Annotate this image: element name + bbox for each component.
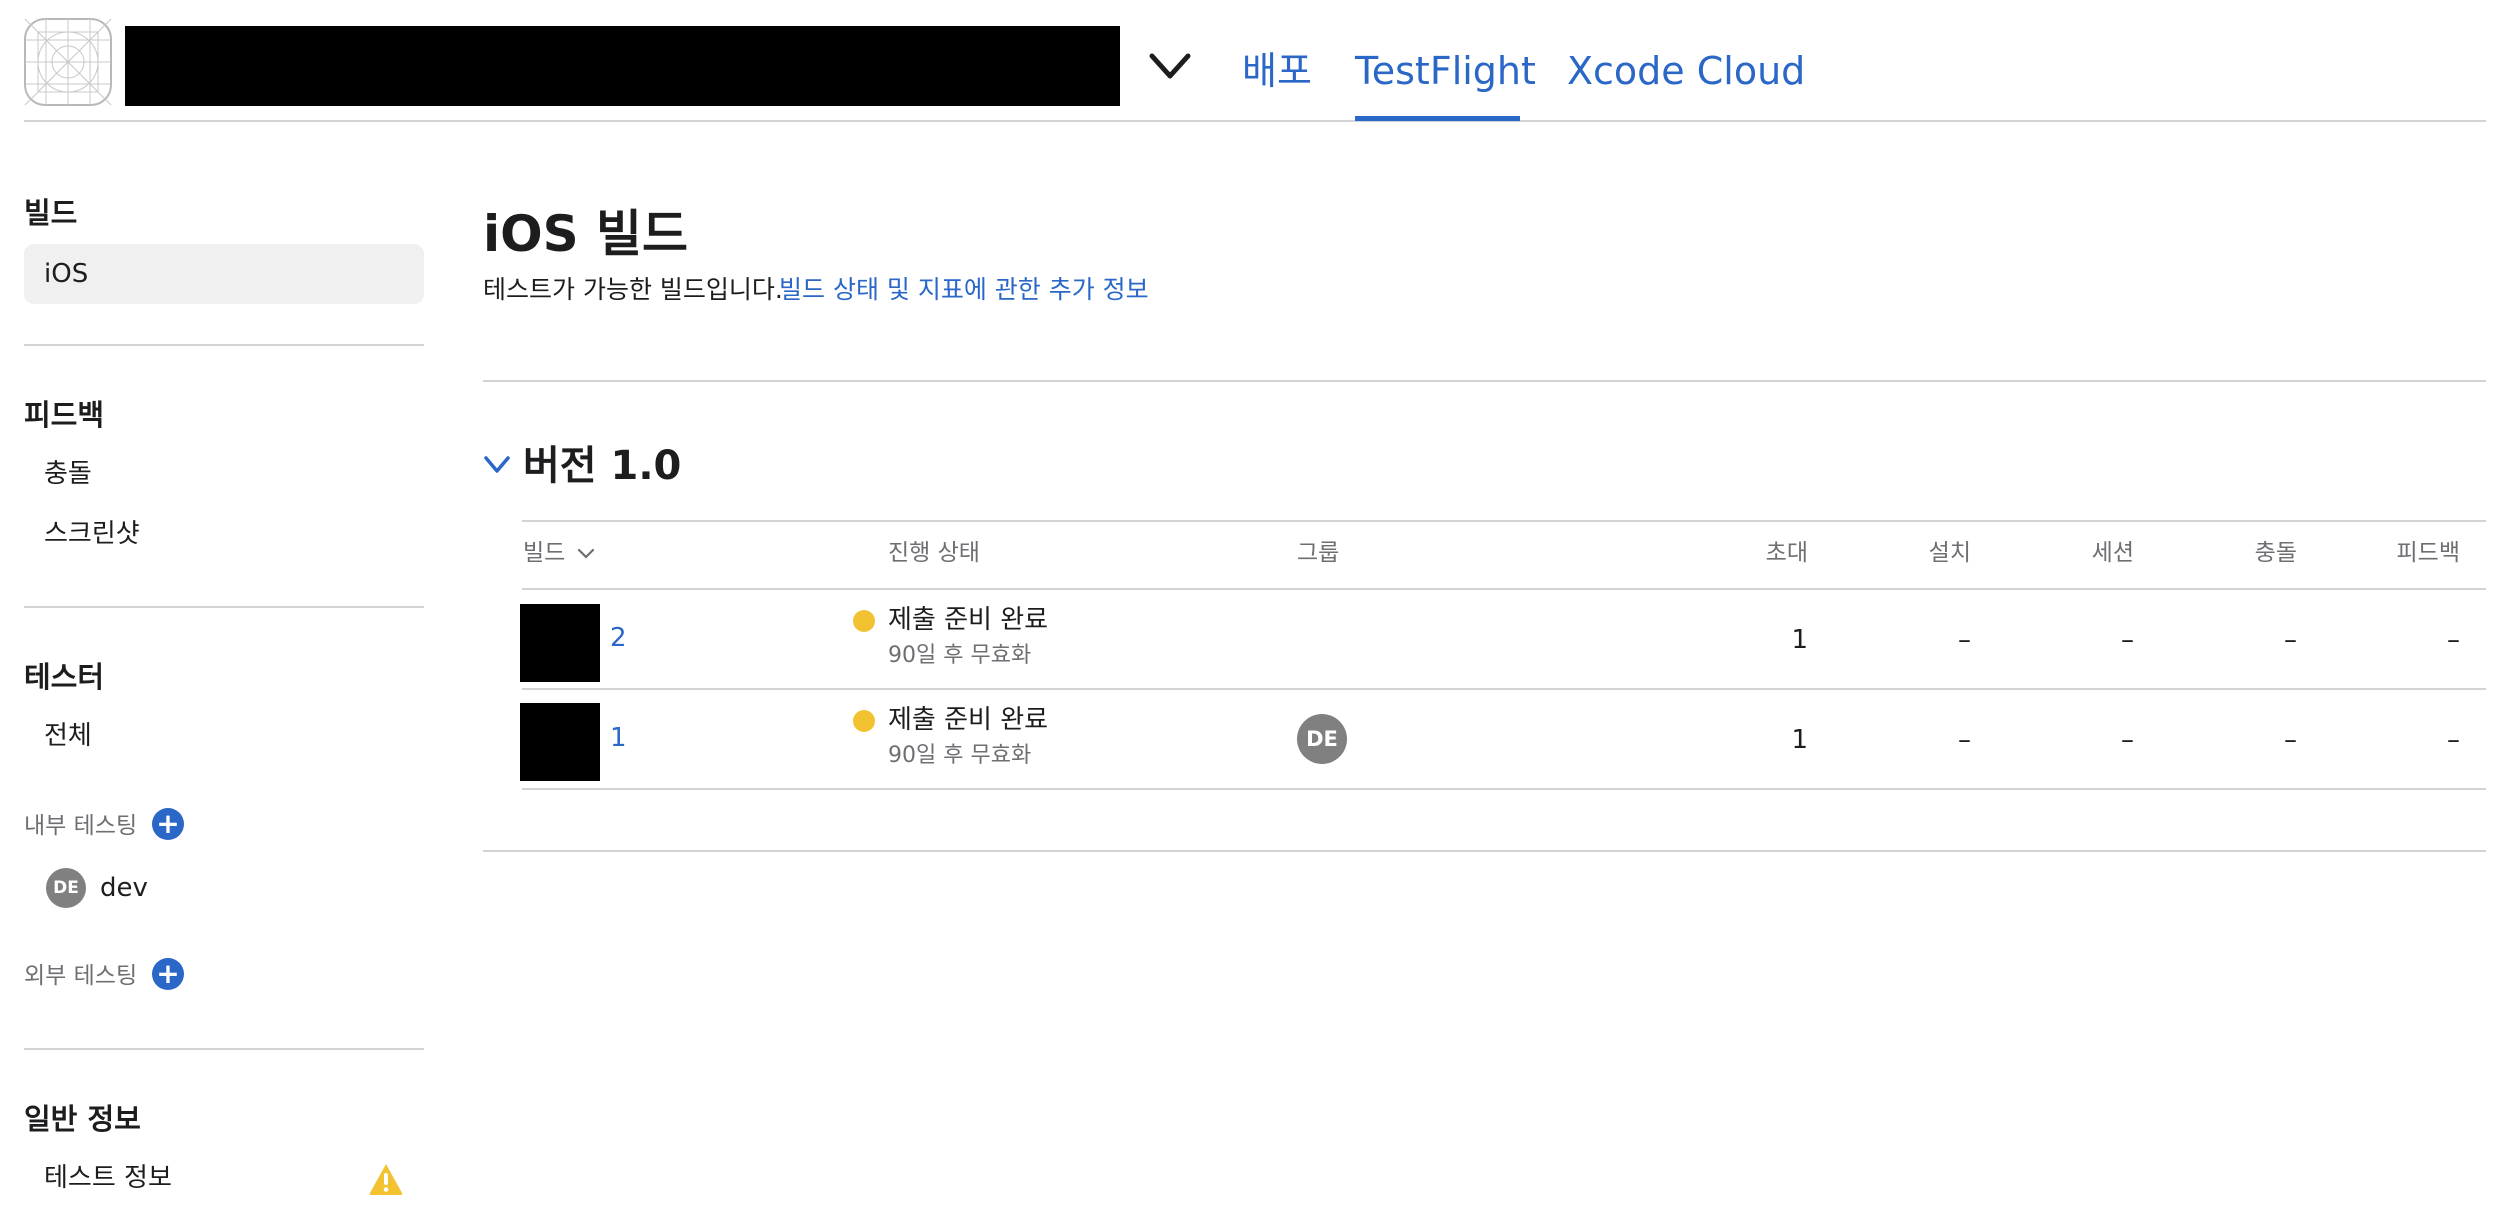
page-title: iOS 빌드 (483, 205, 689, 263)
column-header-invites: 초대 (1765, 540, 1808, 566)
installs-count: – (1958, 625, 1971, 655)
installs-count: – (1958, 725, 1971, 755)
header-divider (24, 120, 2486, 122)
sidebar-item-screenshots[interactable]: 스크린샷 (44, 514, 140, 554)
sidebar-item-all-testers[interactable]: 전체 (44, 716, 92, 756)
invites-count: 1 (1791, 725, 1808, 755)
sessions-count: – (2121, 625, 2134, 655)
feedback-count: – (2447, 725, 2460, 755)
app-name-redacted (125, 26, 1120, 106)
table-divider (522, 588, 2486, 590)
column-header-crashes: 충돌 (2254, 540, 2297, 566)
add-internal-group-button[interactable]: + (152, 808, 184, 840)
crashes-count: – (2284, 625, 2297, 655)
page-subtitle: 테스트가 가능한 빌드입니다. (483, 275, 783, 304)
sort-chevron-icon (577, 548, 594, 559)
build-expiry: 90일 후 무효화 (888, 643, 1032, 668)
sidebar-item-test-info[interactable]: 테스트 정보 (44, 1158, 172, 1198)
avatar: DE (46, 868, 86, 908)
column-header-status: 진행 상태 (888, 540, 980, 566)
table-divider (522, 520, 2486, 522)
column-header-installs: 설치 (1928, 540, 1971, 566)
build-thumbnail (520, 703, 600, 781)
sidebar-heading-feedback: 피드백 (24, 398, 105, 432)
group-avatar[interactable]: DE (1297, 714, 1347, 764)
build-status: 제출 준비 완료 (888, 705, 1049, 735)
section-divider (483, 380, 2486, 382)
build-status: 제출 준비 완료 (888, 605, 1049, 635)
sidebar-item-group-dev[interactable]: dev (100, 868, 148, 908)
active-tab-indicator (1355, 116, 1520, 121)
tab-distribution[interactable]: 배포 (1242, 44, 1312, 98)
chevron-down-icon[interactable] (482, 452, 512, 478)
sidebar-divider (24, 344, 424, 346)
build-status-info-link[interactable]: 빌드 상태 및 지표에 관한 추가 정보 (779, 272, 1149, 308)
column-header-sessions: 세션 (2091, 540, 2134, 566)
clock-icon (853, 710, 875, 732)
sidebar-heading-general-info: 일반 정보 (24, 1102, 141, 1136)
column-header-build[interactable]: 빌드 (523, 536, 595, 570)
version-title: 버전 1.0 (523, 443, 682, 489)
build-expiry: 90일 후 무효화 (888, 743, 1032, 768)
sessions-count: – (2121, 725, 2134, 755)
column-header-feedback: 피드백 (2396, 540, 2460, 566)
section-divider (483, 850, 2486, 852)
build-number-link[interactable]: 1 (610, 720, 627, 756)
crashes-count: – (2284, 725, 2297, 755)
add-external-group-button[interactable]: + (152, 958, 184, 990)
chevron-down-icon[interactable] (1146, 48, 1194, 88)
sidebar-heading-testers: 테스터 (24, 660, 105, 694)
column-header-groups: 그룹 (1297, 540, 1340, 566)
build-thumbnail (520, 604, 600, 682)
sidebar-item-ios-label: iOS (44, 259, 89, 289)
sidebar-heading-builds: 빌드 (24, 196, 78, 230)
sidebar-item-crashes[interactable]: 충돌 (44, 454, 92, 494)
table-divider (522, 788, 2486, 790)
table-divider (522, 688, 2486, 690)
tab-xcode-cloud[interactable]: Xcode Cloud (1567, 44, 1805, 98)
invites-count: 1 (1791, 625, 1808, 655)
clock-icon (853, 610, 875, 632)
warning-icon (369, 1164, 403, 1195)
sidebar-divider (24, 1048, 424, 1050)
sidebar-divider (24, 606, 424, 608)
build-number-link[interactable]: 2 (610, 620, 627, 656)
feedback-count: – (2447, 625, 2460, 655)
app-icon (24, 18, 112, 106)
sidebar-external-testing-label: 외부 테스팅 (24, 963, 138, 989)
tab-testflight[interactable]: TestFlight (1355, 44, 1536, 98)
sidebar-internal-testing-label: 내부 테스팅 (24, 813, 138, 839)
